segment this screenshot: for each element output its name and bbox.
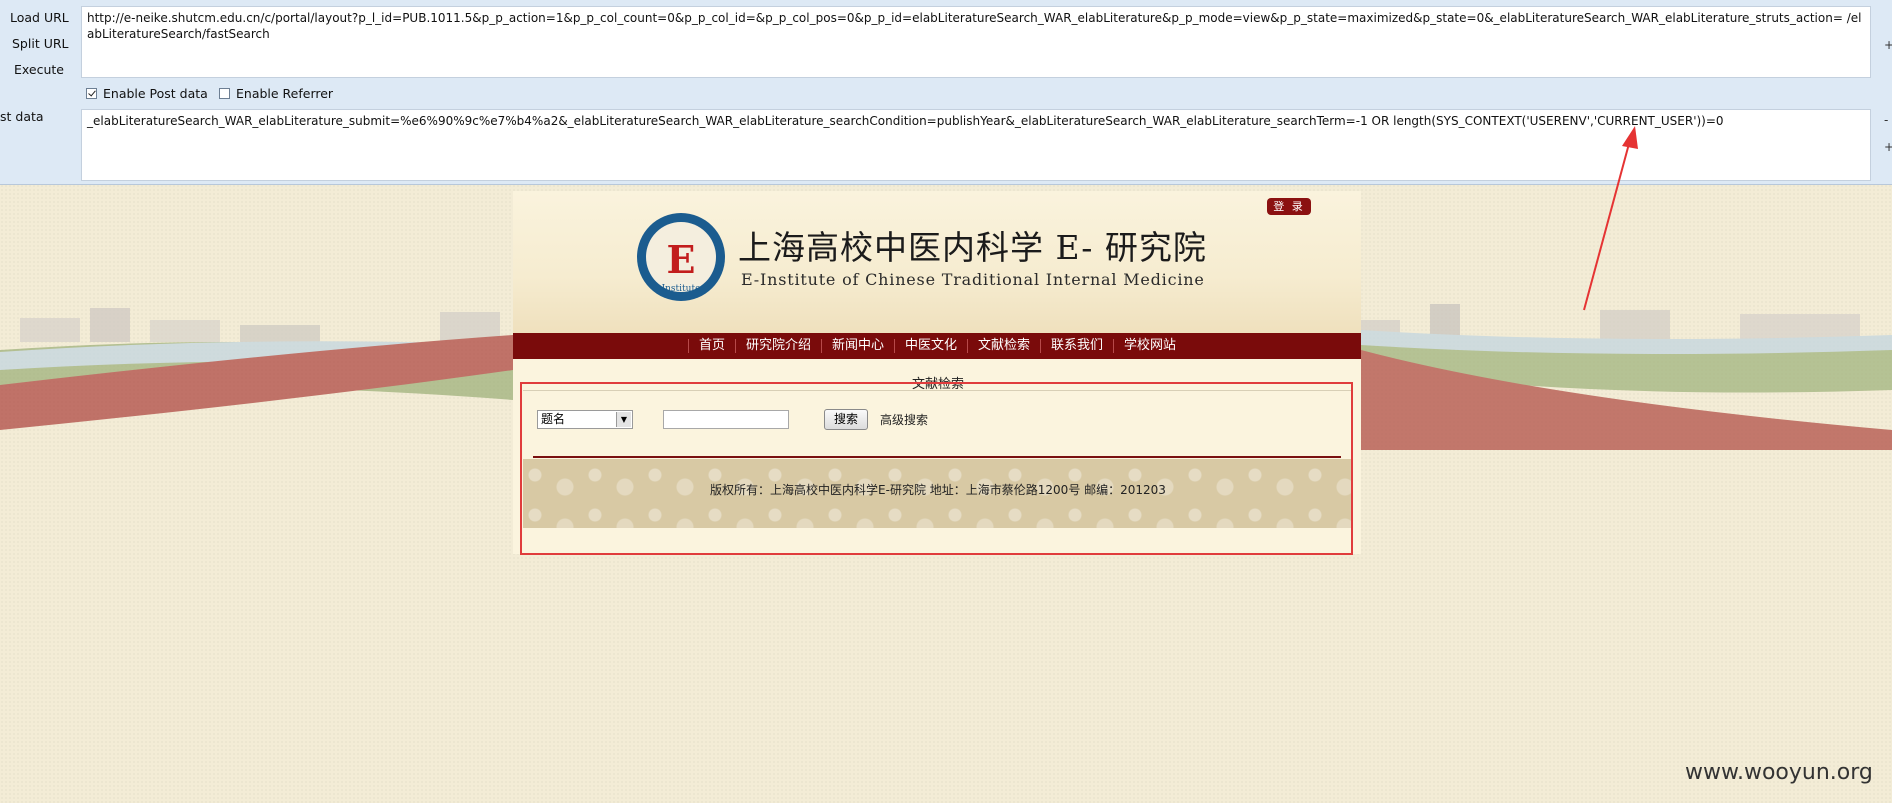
post-shrink-button[interactable]: - (1884, 113, 1888, 127)
nav-item-news[interactable]: 新闻中心 (820, 339, 894, 353)
post-expand-button[interactable]: + (1884, 140, 1892, 154)
login-button[interactable]: 登 录 (1267, 198, 1311, 215)
execute-button[interactable]: Execute (14, 62, 64, 77)
nav-item-school-site[interactable]: 学校网站 (1113, 339, 1186, 353)
post-data-textarea[interactable]: _elabLiteratureSearch_WAR_elabLiterature… (81, 109, 1871, 181)
site-header: E Institute 上海高校中医内科学 E- 研究院 E-Institute… (513, 191, 1361, 333)
hackbar-panel: Load URL Split URL Execute st data http:… (0, 0, 1892, 185)
split-url-button[interactable]: Split URL (12, 36, 69, 51)
svg-text:Institute: Institute (662, 284, 701, 294)
post-data-label: st data (0, 109, 44, 124)
highlight-box (520, 382, 1353, 555)
checkbox-checked-icon[interactable] (86, 88, 97, 99)
nav-item-home[interactable]: 首页 (687, 339, 735, 353)
watermark: www.wooyun.org (1685, 760, 1873, 785)
nav-item-about[interactable]: 研究院介绍 (734, 339, 821, 353)
enable-referrer-checkbox[interactable]: Enable Referrer (219, 86, 333, 101)
nav-item-literature-search[interactable]: 文献检索 (967, 339, 1040, 353)
nav-item-contact[interactable]: 联系我们 (1040, 339, 1113, 353)
svg-text:E: E (667, 237, 696, 282)
checkbox-unchecked-icon[interactable] (219, 88, 230, 99)
site-title-chinese: 上海高校中医内科学 E- 研究院 (738, 228, 1207, 267)
enable-post-label: Enable Post data (103, 86, 208, 101)
main-nav: 首页 研究院介绍 新闻中心 中医文化 文献检索 联系我们 学校网站 (513, 333, 1361, 359)
site-title-english: E-Institute of Chinese Traditional Inter… (741, 270, 1205, 289)
enable-referrer-label: Enable Referrer (236, 86, 334, 101)
url-textarea[interactable]: http://e-neike.shutcm.edu.cn/c/portal/la… (81, 6, 1871, 78)
institute-logo-icon: E Institute (637, 213, 725, 301)
enable-post-checkbox[interactable]: Enable Post data (86, 86, 208, 101)
nav-item-tcm-culture[interactable]: 中医文化 (893, 339, 967, 353)
load-url-button[interactable]: Load URL (10, 10, 69, 25)
url-expand-button[interactable]: + (1884, 38, 1892, 52)
